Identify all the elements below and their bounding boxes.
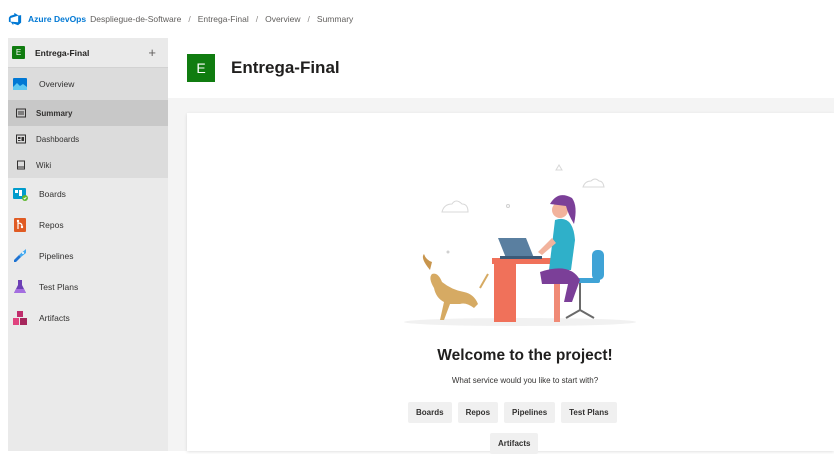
breadcrumb-overview[interactable]: Overview bbox=[265, 14, 300, 24]
sidebar-item-overview[interactable]: Overview bbox=[8, 68, 168, 100]
dashboard-icon bbox=[16, 134, 26, 144]
artifacts-icon bbox=[12, 310, 28, 326]
azure-devops-logo-icon[interactable] bbox=[8, 12, 22, 26]
test-plans-icon bbox=[12, 279, 28, 295]
service-repos-button[interactable]: Repos bbox=[457, 402, 499, 423]
project-name: Entrega-Final bbox=[35, 47, 90, 58]
summary-icon bbox=[16, 108, 26, 118]
service-buttons-row-2: Artifacts bbox=[490, 433, 539, 454]
breadcrumb-separator: / bbox=[188, 14, 191, 24]
sidebar-item-test-plans[interactable]: Test Plans bbox=[8, 271, 168, 302]
sidebar-item-summary[interactable]: Summary bbox=[8, 100, 168, 126]
sidebar: E Entrega-Final + Overview Summary Dashb… bbox=[8, 38, 168, 451]
service-boards-button[interactable]: Boards bbox=[408, 402, 452, 423]
sidebar-item-label: Repos bbox=[39, 219, 64, 230]
sidebar-item-dashboards[interactable]: Dashboards bbox=[8, 126, 168, 152]
breadcrumb-summary[interactable]: Summary bbox=[317, 14, 353, 24]
welcome-title: Welcome to the project! bbox=[437, 347, 613, 364]
project-selector[interactable]: E Entrega-Final + bbox=[8, 38, 168, 68]
sidebar-item-label: Artifacts bbox=[39, 312, 70, 323]
welcome-illustration bbox=[404, 164, 636, 326]
boards-icon bbox=[12, 186, 28, 202]
breadcrumb-separator: / bbox=[255, 14, 259, 24]
sidebar-item-label: Test Plans bbox=[39, 281, 79, 292]
breadcrumb-organization[interactable]: Despliegue-de-Software bbox=[90, 14, 181, 24]
sidebar-item-pipelines[interactable]: Pipelines bbox=[8, 240, 168, 271]
sidebar-item-label: Summary bbox=[36, 108, 73, 118]
top-bar: Azure DevOps Despliegue-de-Software / En… bbox=[0, 0, 834, 38]
sidebar-item-repos[interactable]: Repos bbox=[8, 209, 168, 240]
sidebar-item-label: Boards bbox=[39, 188, 66, 199]
sidebar-item-boards[interactable]: Boards bbox=[8, 178, 168, 209]
sidebar-item-artifacts[interactable]: Artifacts bbox=[8, 302, 168, 333]
service-pipelines-button[interactable]: Pipelines bbox=[504, 402, 556, 423]
sidebar-item-label: Pipelines bbox=[39, 250, 74, 261]
project-header: E Entrega-Final bbox=[168, 38, 834, 98]
sidebar-item-label: Wiki bbox=[36, 160, 52, 170]
service-buttons: Boards Repos Pipelines Test Plans bbox=[408, 402, 617, 423]
brand-link[interactable]: Azure DevOps bbox=[28, 14, 86, 24]
breadcrumb-project[interactable]: Entrega-Final bbox=[198, 14, 249, 24]
sidebar-item-label: Overview bbox=[39, 79, 75, 89]
page-title: Entrega-Final bbox=[231, 58, 340, 77]
project-avatar: E bbox=[12, 46, 25, 59]
project-avatar-large: E bbox=[187, 54, 215, 82]
repos-icon bbox=[12, 217, 28, 233]
sidebar-item-label: Dashboards bbox=[36, 134, 80, 144]
pipelines-icon bbox=[12, 248, 28, 264]
breadcrumb-separator: / bbox=[307, 14, 310, 24]
add-button[interactable]: + bbox=[148, 45, 156, 60]
wiki-icon bbox=[16, 160, 26, 170]
service-test-plans-button[interactable]: Test Plans bbox=[561, 402, 617, 423]
sidebar-item-wiki[interactable]: Wiki bbox=[8, 152, 168, 178]
overview-icon bbox=[12, 76, 28, 92]
welcome-question: What service would you like to start wit… bbox=[451, 376, 599, 385]
